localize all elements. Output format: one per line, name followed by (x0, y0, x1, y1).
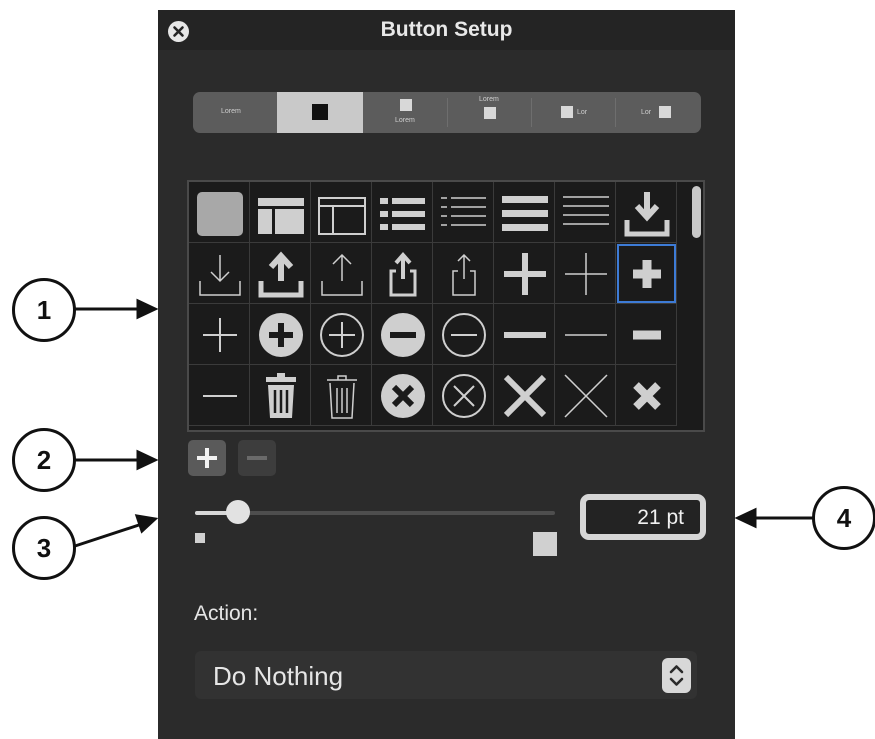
callout-3: 3 (12, 516, 76, 580)
callout-arrows (74, 298, 813, 548)
callout-2: 2 (12, 428, 76, 492)
arrow-1-head (136, 298, 159, 320)
arrow-4-head (734, 507, 757, 529)
arrow-2-head (136, 449, 159, 471)
callout-4: 4 (812, 486, 875, 550)
arrow-3-head (134, 514, 159, 534)
arrow-3 (74, 522, 143, 548)
callout-1: 1 (12, 278, 76, 342)
